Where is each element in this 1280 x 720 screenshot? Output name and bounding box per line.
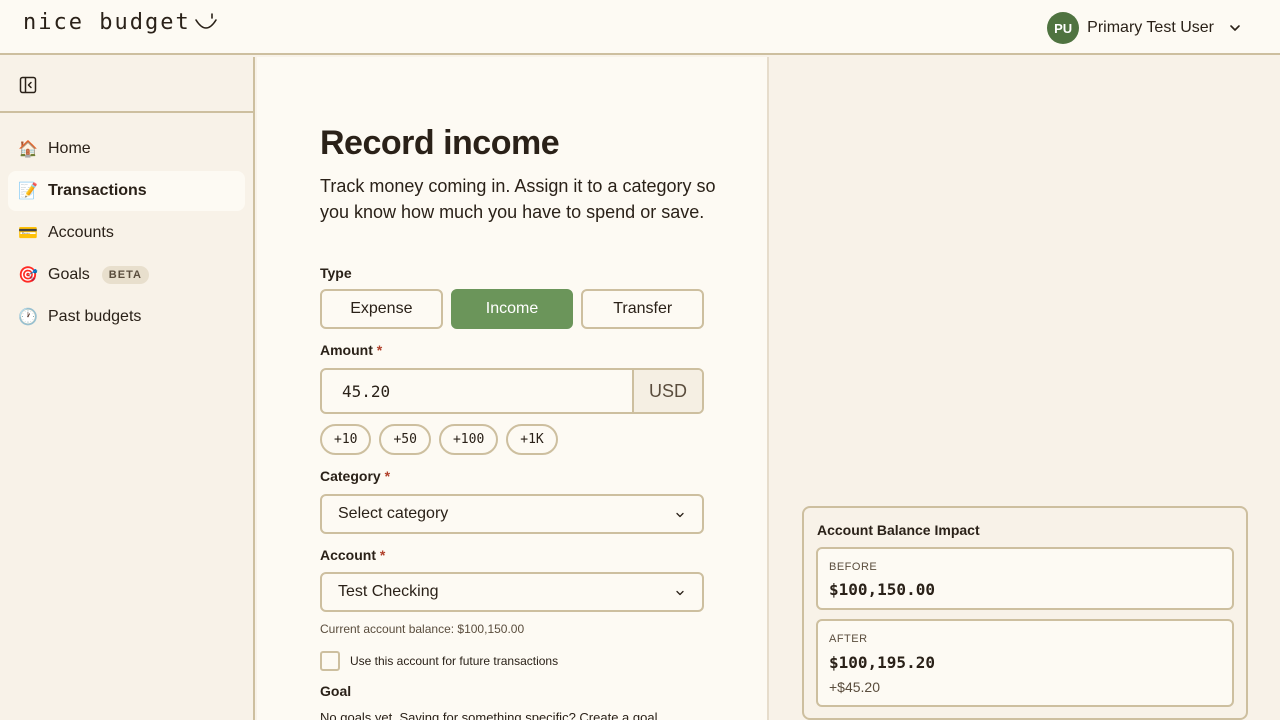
sidebar-collapse-icon[interactable] — [19, 76, 37, 94]
smile-icon — [194, 12, 217, 29]
sidebar-item-transactions[interactable]: 📝 Transactions — [8, 171, 245, 211]
category-placeholder: Select category — [338, 505, 449, 522]
main-panel: Record income Track money coming in. Ass… — [257, 57, 769, 720]
amount-field: USD — [320, 368, 704, 414]
sidebar-item-accounts[interactable]: 💳 Accounts — [8, 213, 245, 253]
balance-after-value: $100,195.20 — [829, 653, 935, 672]
type-transfer-button[interactable]: Transfer — [581, 289, 705, 329]
chevron-down-icon — [676, 512, 684, 518]
amount-label: Amount * — [320, 342, 382, 358]
goal-label: Goal — [320, 683, 352, 699]
category-select[interactable]: Select category — [320, 494, 704, 534]
type-income-button[interactable]: Income — [450, 289, 574, 329]
quick-amount-50-button[interactable]: +50 — [379, 424, 431, 455]
house-icon: 🏠 — [18, 141, 38, 158]
sidebar-item-label: Home — [48, 140, 91, 157]
balance-after-card: AFTER $100,195.20 +$45.20 — [816, 619, 1234, 707]
required-marker: * — [376, 342, 383, 358]
page-subtitle: Track money coming in. Assign it to a ca… — [320, 176, 716, 222]
chevron-down-icon — [676, 590, 684, 596]
page-title: Record income — [320, 124, 560, 162]
avatar: PU — [1047, 12, 1080, 44]
balance-before-value: $100,150.00 — [829, 580, 935, 599]
balance-after-label: AFTER — [829, 633, 868, 645]
quick-amount-100-button[interactable]: +100 — [438, 424, 499, 455]
app-logo[interactable]: nice budget — [23, 10, 219, 35]
category-label-text: Category — [320, 468, 381, 484]
quick-amounts: +10 +50 +100 +1K — [320, 424, 558, 455]
account-select[interactable]: Test Checking — [320, 572, 704, 612]
quick-amount-1k-button[interactable]: +1K — [506, 424, 558, 455]
beta-badge: BETA — [101, 266, 149, 284]
required-marker: * — [384, 468, 391, 484]
currency-label: USD — [632, 370, 702, 412]
quick-amount-10-button[interactable]: +10 — [320, 424, 372, 455]
sidebar-item-label: Past budgets — [48, 308, 142, 325]
type-label: Type — [320, 265, 352, 281]
account-label-text: Account — [320, 547, 376, 563]
remember-account-label: Use this account for future transactions — [350, 654, 559, 668]
memo-icon: 📝 — [18, 183, 38, 200]
sidebar-item-label: Accounts — [48, 224, 114, 241]
sidebar-collapse-row — [0, 57, 253, 113]
balance-before-label: BEFORE — [829, 561, 878, 573]
sidebar-item-home[interactable]: 🏠 Home — [8, 129, 245, 169]
chevron-down-icon — [1230, 25, 1240, 31]
amount-label-text: Amount — [320, 342, 373, 358]
amount-input[interactable] — [322, 370, 632, 412]
account-balance-hint: Current account balance: $100,150.00 — [320, 622, 525, 636]
account-value: Test Checking — [338, 583, 439, 600]
credit-card-icon: 💳 — [18, 225, 38, 242]
user-menu[interactable]: PU Primary Test User — [1047, 12, 1242, 44]
type-expense-button[interactable]: Expense — [320, 289, 443, 329]
remember-account-row: Use this account for future transactions — [320, 651, 558, 671]
target-icon: 🎯 — [18, 267, 38, 284]
balance-before-card: BEFORE $100,150.00 — [816, 547, 1234, 610]
remember-account-checkbox[interactable] — [320, 651, 340, 671]
logo-text: nice budget — [23, 10, 191, 35]
sidebar-item-past-budgets[interactable]: 🕐 Past budgets — [8, 297, 245, 337]
clock-icon: 🕐 — [18, 309, 38, 326]
account-balance-impact: Account Balance Impact BEFORE $100,150.0… — [802, 506, 1248, 720]
top-header: nice budget PU Primary Test User — [0, 0, 1280, 55]
impact-title: Account Balance Impact — [817, 522, 980, 538]
sidebar-item-label: Transactions — [48, 182, 147, 199]
user-name: Primary Test User — [1087, 19, 1214, 36]
sidebar-item-label: Goals — [48, 266, 90, 283]
account-label: Account * — [320, 547, 385, 563]
sidebar: 🏠 Home 📝 Transactions 💳 Accounts 🎯 Goals… — [0, 57, 255, 720]
balance-delta: +$45.20 — [829, 679, 880, 695]
goal-empty-text: No goals yet. Saving for something speci… — [320, 710, 658, 720]
sidebar-nav: 🏠 Home 📝 Transactions 💳 Accounts 🎯 Goals… — [0, 113, 253, 337]
required-marker: * — [379, 547, 386, 563]
sidebar-item-goals[interactable]: 🎯 Goals BETA — [8, 255, 245, 295]
type-selector: Expense Income Transfer — [320, 289, 705, 329]
category-label: Category * — [320, 468, 390, 484]
